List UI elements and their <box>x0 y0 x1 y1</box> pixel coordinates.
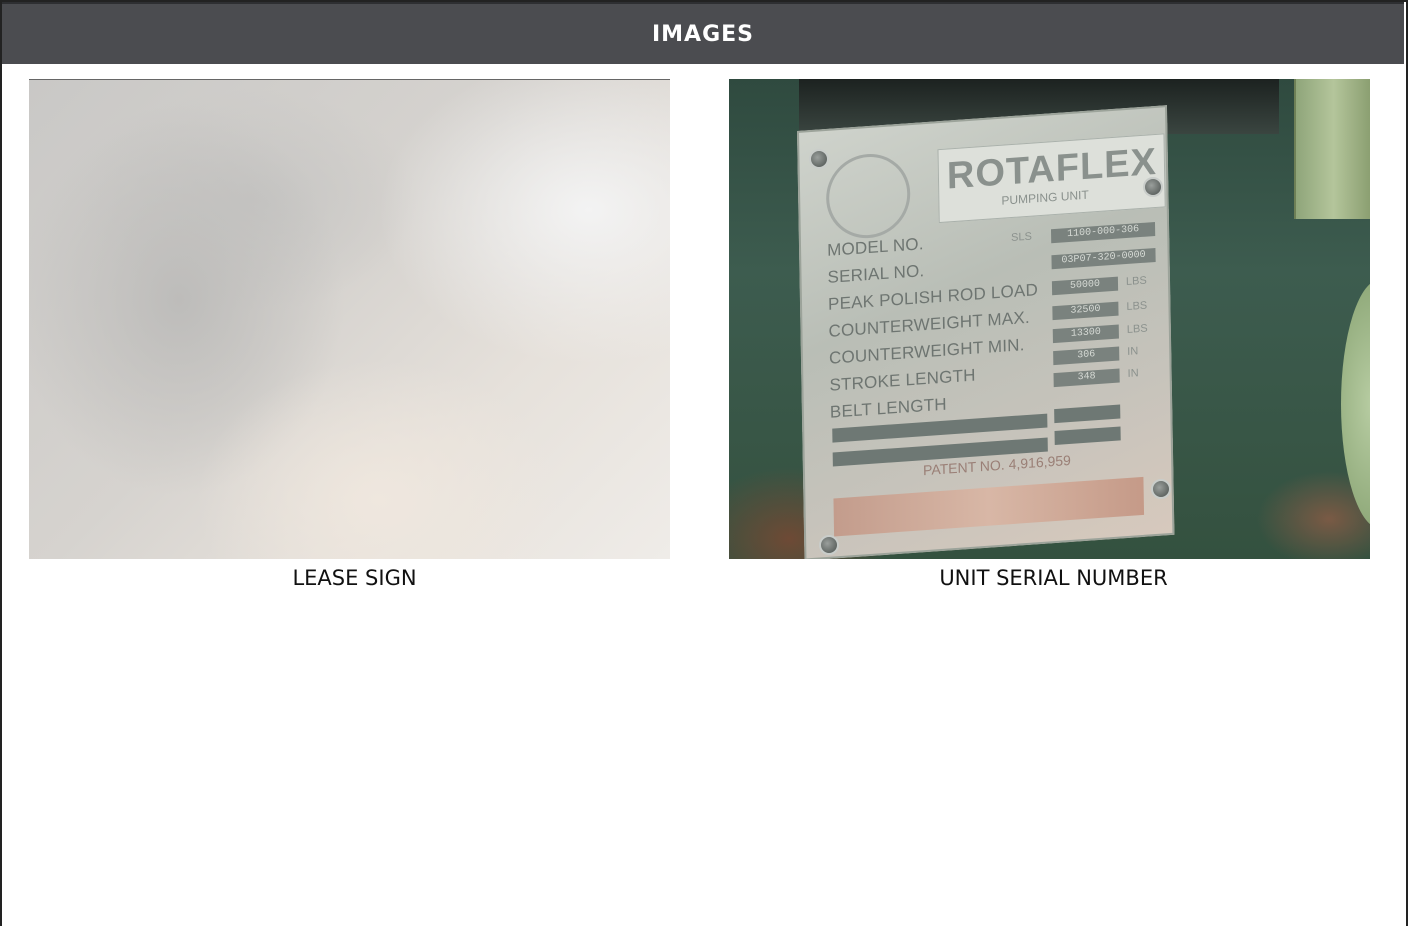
logo-circle-icon <box>825 151 911 241</box>
plate-row-label: SERIAL NO. <box>827 261 925 287</box>
blank-row <box>1054 404 1121 424</box>
section-title: IMAGES <box>651 21 755 47</box>
bolt-icon <box>809 149 829 169</box>
plate-row-unit: LBS <box>1125 274 1147 289</box>
blank-row <box>1054 426 1121 446</box>
plate-row-label: MODEL NO. <box>826 234 924 260</box>
rust-strip <box>833 476 1145 537</box>
unit-serial-photo[interactable]: ROTAFLEX PUMPING UNIT MODEL NO. SLS 1100… <box>729 79 1370 559</box>
bolt-icon <box>1143 177 1163 197</box>
plate-row-value: 13300 <box>1052 324 1119 344</box>
plate-row-prefix: SLS <box>1010 230 1032 245</box>
green-frame-bar <box>1294 79 1370 219</box>
plate-row-label: STROKE LENGTH <box>829 365 976 395</box>
plate-row-unit: LBS <box>1126 299 1148 314</box>
lease-sign-photo[interactable] <box>29 79 670 559</box>
plate-row-unit: IN <box>1127 345 1139 358</box>
bolt-icon <box>1151 479 1171 499</box>
plate-row-value: 306 <box>1053 346 1120 366</box>
plate-row-value: 03P07-320-0000 <box>1051 247 1156 270</box>
plate-row-value: 50000 <box>1051 276 1119 296</box>
bolt-icon <box>819 535 839 555</box>
plate-row-value: 1100-000-306 <box>1050 222 1156 244</box>
plate-row-label: BELT LENGTH <box>829 394 947 422</box>
plate-row-unit: LBS <box>1126 322 1148 336</box>
plate-row-value: 32500 <box>1052 301 1119 321</box>
section-header: IMAGES <box>2 2 1404 64</box>
nameplate: ROTAFLEX PUMPING UNIT MODEL NO. SLS 1100… <box>797 105 1175 559</box>
plate-row-unit: IN <box>1127 367 1139 380</box>
lease-sign-caption: LEASE SIGN <box>292 566 417 590</box>
unit-serial-caption: UNIT SERIAL NUMBER <box>939 566 1168 590</box>
plate-row-value: 348 <box>1053 368 1120 388</box>
blurred-sign-image <box>29 80 670 559</box>
plate-row-label: COUNTERWEIGHT MIN. <box>828 335 1025 368</box>
brand-box: ROTAFLEX PUMPING UNIT <box>937 133 1166 224</box>
